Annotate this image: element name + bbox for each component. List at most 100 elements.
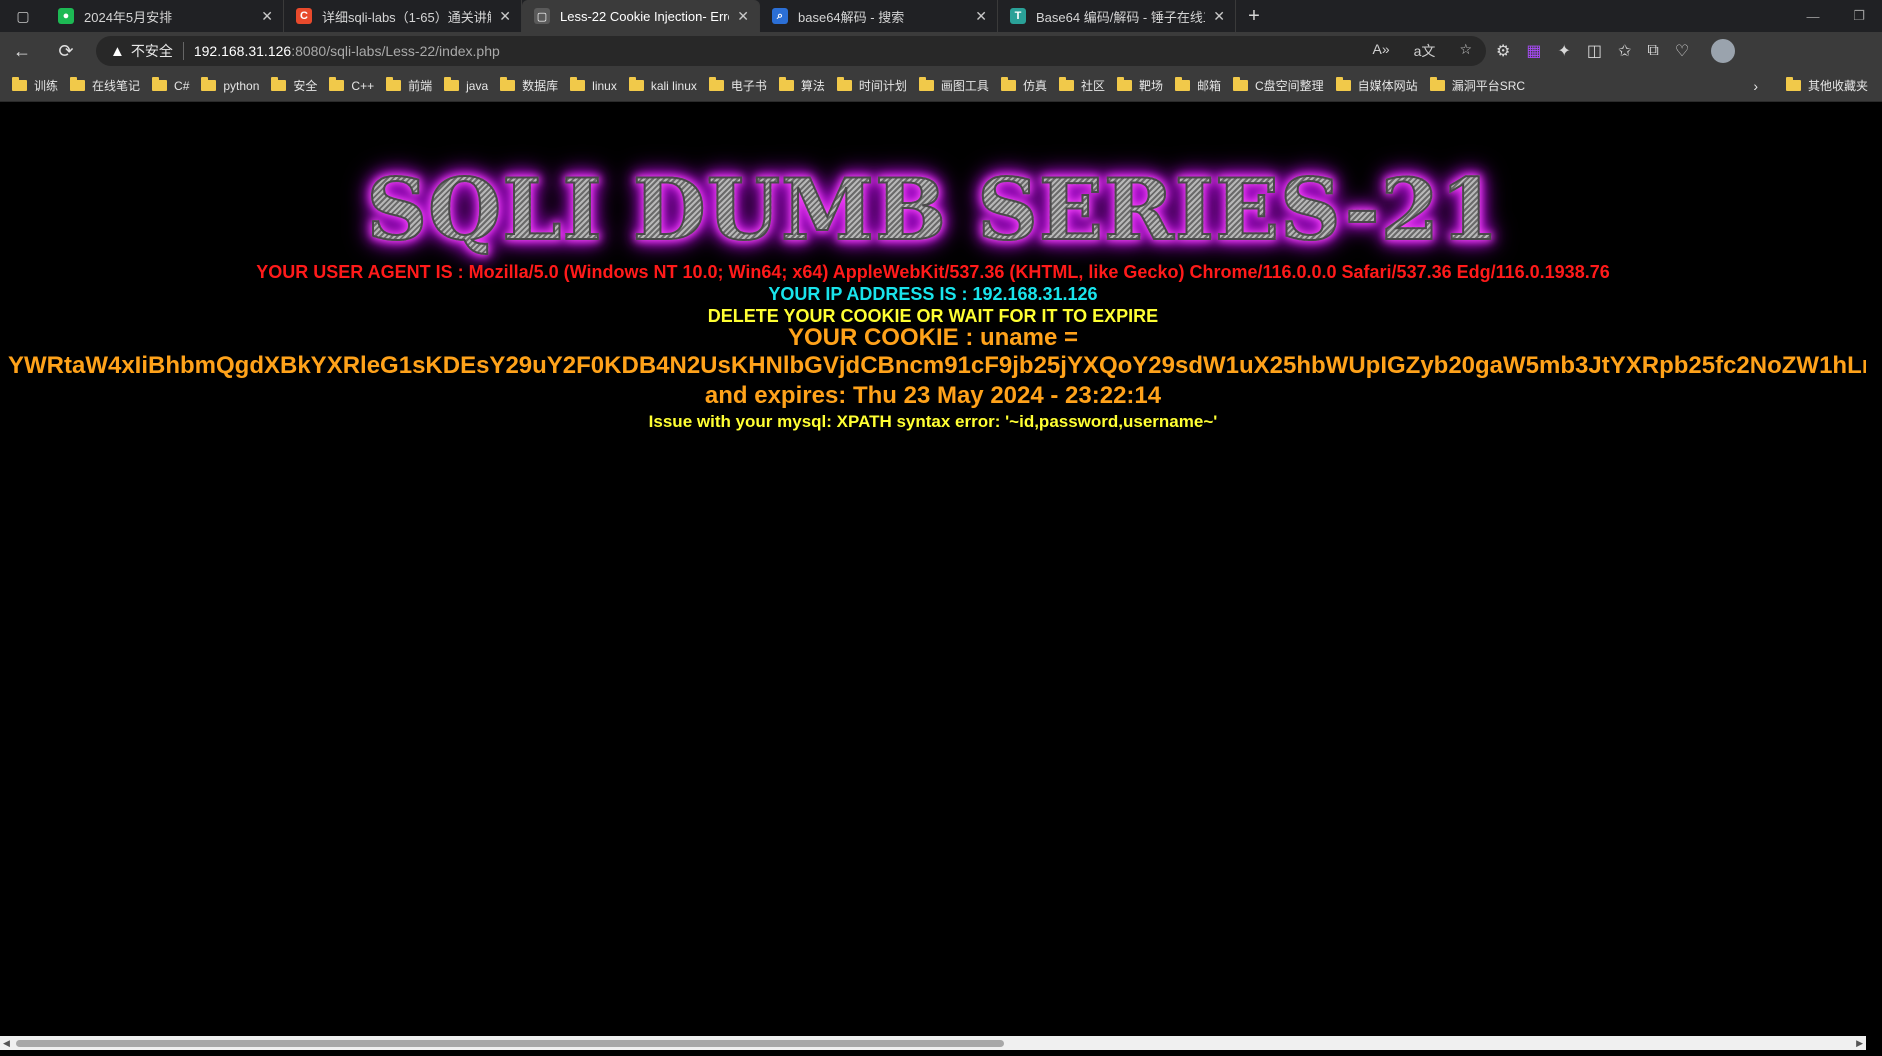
collections-icon[interactable]: ⧉ [1647, 42, 1658, 60]
bookmark-label: C++ [351, 78, 375, 93]
bookmark-label: C# [174, 78, 190, 93]
bookmark-folder[interactable]: 自媒体网站 [1335, 77, 1418, 94]
tab-close-icon[interactable]: ✕ [1213, 8, 1225, 25]
bookmark-label: 在线笔记 [92, 79, 141, 93]
bookmark-folder[interactable]: 画图工具 [918, 77, 989, 94]
bookmark-folder[interactable]: C盘空间整理 [1233, 77, 1324, 94]
extension-icon-1[interactable]: ⚙ [1496, 41, 1510, 61]
back-button[interactable]: ← [0, 32, 44, 70]
bookmark-folder[interactable]: C# [152, 77, 190, 93]
browser-essentials-icon[interactable]: ♡ [1675, 41, 1689, 61]
bookmark-label: 仿真 [1022, 79, 1047, 93]
folder-icon [70, 77, 86, 91]
scroll-right-arrow-icon[interactable]: ▶ [1856, 1036, 1863, 1050]
tab-favicon-icon: C [296, 8, 312, 24]
cookie-label: YOUR COOKIE : uname = [787, 324, 1079, 351]
page-content: SQLI DUMB SERIES-21 YOUR USER AGENT IS :… [0, 102, 1866, 1036]
url-host[interactable]: 192.168.31.126 [194, 43, 291, 59]
bookmark-folder[interactable]: 仿真 [1000, 77, 1047, 94]
folder-icon [628, 77, 644, 91]
read-aloud-icon[interactable]: A» [1373, 41, 1390, 61]
bookmark-folder[interactable]: 算法 [778, 77, 825, 94]
extension-toolbar: ⚙ ▦ ✦ ◫ ✩ ⧉ ♡ [1496, 39, 1736, 63]
bookmark-folder[interactable]: 漏洞平台SRC [1429, 77, 1525, 94]
favorites-icon[interactable]: ✩ [1618, 41, 1631, 61]
other-bookmarks-label: 其他收藏夹 [1807, 79, 1868, 93]
translate-icon[interactable]: a文 [1414, 41, 1436, 61]
tab-favicon-icon: ● [58, 8, 74, 24]
tab-actions-icon[interactable]: ▢ [0, 0, 46, 32]
minimize-icon[interactable]: — [1790, 9, 1836, 24]
extension-icon-2[interactable]: ▦ [1526, 41, 1541, 61]
favorite-star-icon[interactable]: ☆ [1459, 41, 1472, 61]
tab-favicon-icon: T [1010, 8, 1026, 24]
restore-icon[interactable]: ❐ [1836, 8, 1882, 24]
bookmark-folder[interactable]: 前端 [386, 77, 432, 94]
bookmark-label: linux [592, 78, 617, 93]
bookmarks-bar: 训练 在线笔记 C# python 安全 C++ 前端 java 数据库 linux kali li… [0, 70, 1882, 102]
folder-icon [1429, 77, 1445, 91]
bookmark-folder[interactable]: 在线笔记 [70, 77, 140, 94]
address-bar-actions: A» a文 ☆ [1373, 41, 1472, 61]
tab-title: Base64 编码/解码 - 锤子在线工具 [1036, 9, 1205, 25]
url-path[interactable]: :8080/sqli-labs/Less-22/index.php [291, 43, 500, 59]
mysql-error-line: Issue with your mysql: XPATH syntax erro… [648, 412, 1218, 431]
tab-2[interactable]: C 详细sqli-labs（1-65）通关讲解- ✕ [284, 0, 522, 32]
tab-5[interactable]: T Base64 编码/解码 - 锤子在线工具 ✕ [998, 0, 1236, 32]
vertical-scrollbar[interactable] [1866, 102, 1882, 1056]
split-screen-icon[interactable]: ◫ [1587, 41, 1602, 61]
horizontal-scroll-thumb[interactable] [16, 1040, 1004, 1047]
bookmark-folder[interactable]: kali linux [628, 77, 697, 93]
tab-close-icon[interactable]: ✕ [261, 8, 273, 25]
folder-icon [1335, 77, 1351, 91]
folder-icon [836, 77, 852, 91]
bookmark-label: 安全 [293, 79, 318, 93]
tab-4[interactable]: ⌕ base64解码 - 搜索 ✕ [760, 0, 998, 32]
refresh-button[interactable]: ⟳ [44, 32, 88, 70]
scroll-left-arrow-icon[interactable]: ◀ [3, 1036, 10, 1050]
tab-close-icon[interactable]: ✕ [499, 8, 511, 25]
tab-1[interactable]: ● 2024年5月安排 ✕ [46, 0, 284, 32]
window-controls: — ❐ [1790, 0, 1882, 32]
bookmark-folder[interactable]: 数据库 [500, 77, 558, 94]
folder-icon [778, 77, 794, 91]
folder-icon [12, 77, 27, 91]
tab-3[interactable]: ▢ Less-22 Cookie Injection- Error B ✕ [522, 0, 760, 32]
bookmark-folder[interactable]: 靶场 [1116, 77, 1163, 94]
warning-icon[interactable]: ▲ [110, 43, 125, 60]
bookmark-folder[interactable]: 时间计划 [836, 77, 907, 94]
bookmark-label: 靶场 [1138, 79, 1163, 93]
tab-close-icon[interactable]: ✕ [737, 8, 749, 25]
folder-icon [1174, 77, 1190, 91]
folder-icon [152, 77, 168, 91]
bookmark-label: 算法 [800, 79, 825, 93]
tab-strip: ▢ ● 2024年5月安排 ✕ C 详细sqli-labs（1-65）通关讲解- ✕ ▢ Le… [0, 0, 1882, 32]
bookmark-folder[interactable]: 邮箱 [1174, 77, 1221, 94]
tab-close-icon[interactable]: ✕ [975, 8, 987, 25]
bookmark-folder[interactable]: python [201, 77, 259, 93]
tab-list: ● 2024年5月安排 ✕ C 详细sqli-labs（1-65）通关讲解- ✕ ▢ Less… [46, 0, 1236, 32]
tab-title: Less-22 Cookie Injection- Error B [560, 8, 729, 24]
bookmark-folder[interactable]: 安全 [271, 77, 317, 94]
page-banner: SQLI DUMB SERIES-21 [0, 159, 1866, 260]
folder-icon [271, 77, 287, 91]
horizontal-scrollbar[interactable]: ◀ ▶ [0, 1036, 1866, 1050]
bookmark-folder[interactable]: java [444, 77, 488, 93]
address-bar[interactable]: ▲ 不安全 192.168.31.126 :8080/sqli-labs/Les… [96, 36, 1486, 66]
folder-icon [1785, 77, 1801, 91]
other-bookmarks-folder[interactable]: 其他收藏夹 [1785, 77, 1868, 94]
new-tab-button[interactable]: + [1236, 0, 1272, 32]
bookmark-folder[interactable]: 社区 [1058, 77, 1105, 94]
bookmark-folder[interactable]: 电子书 [708, 77, 767, 94]
security-label[interactable]: 不安全 [131, 41, 173, 61]
extensions-puzzle-icon[interactable]: ✦ [1557, 41, 1570, 61]
profile-avatar[interactable] [1711, 39, 1736, 63]
bookmark-folder[interactable]: C++ [329, 77, 375, 93]
address-divider [182, 42, 184, 60]
bookmark-folder[interactable]: 训练 [12, 77, 58, 94]
bookmark-label: 社区 [1080, 79, 1105, 93]
chevron-right-icon[interactable]: › [1753, 78, 1758, 94]
bookmark-folder[interactable]: linux [570, 77, 617, 93]
tab-favicon-icon: ▢ [534, 8, 550, 24]
bookmark-label: 邮箱 [1196, 79, 1221, 93]
